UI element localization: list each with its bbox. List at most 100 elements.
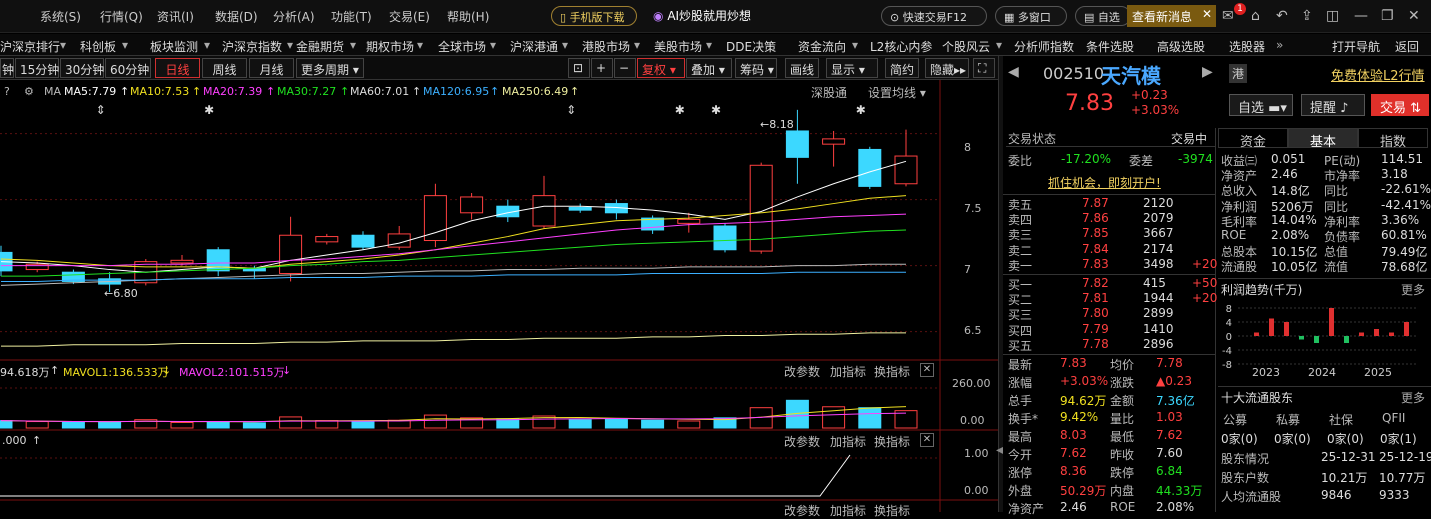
ind2-switch-indicator-button[interactable]: 换指标	[874, 502, 910, 519]
period-weekly[interactable]: 周线	[202, 58, 247, 78]
simple-button[interactable]: 简约	[885, 58, 919, 78]
nav-futures[interactable]: 金融期货	[296, 38, 344, 55]
minimize-icon[interactable]: —	[1354, 8, 1368, 24]
period-1min[interactable]: 钟	[0, 58, 14, 78]
draw-button[interactable]: 画线	[785, 58, 819, 78]
nav-open-guide[interactable]: 打开导航	[1332, 38, 1380, 55]
zoom-out-icon[interactable]: −	[614, 58, 636, 78]
ind-add-indicator-button[interactable]: 加指标	[830, 433, 866, 450]
skin-icon[interactable]: ◫	[1326, 8, 1339, 24]
hide-button[interactable]: 隐藏▸▸	[925, 58, 969, 78]
menu-help[interactable]: 帮助(H)	[447, 8, 489, 25]
profit-bar	[1254, 332, 1259, 336]
close-window-icon[interactable]: ✕	[1408, 8, 1420, 24]
prev-stock-icon[interactable]: ◀	[1008, 64, 1019, 80]
holder-col-label: 公募	[1223, 413, 1248, 427]
nav-condition[interactable]: 条件选股	[1086, 38, 1134, 55]
vol-change-param-button[interactable]: 改参数	[784, 363, 820, 380]
nav-options[interactable]: 期权市场	[366, 38, 414, 55]
nav-back[interactable]: 返回	[1395, 38, 1419, 55]
next-stock-icon[interactable]: ▶	[1202, 64, 1213, 80]
zixuan-button[interactable]: 自选 ▬▾	[1229, 94, 1293, 116]
period-monthly[interactable]: 月线	[249, 58, 294, 78]
close-vol-icon[interactable]: ✕	[920, 363, 934, 377]
ai-button[interactable]: ◉ AI炒股就用炒想	[653, 7, 751, 24]
nav-l2[interactable]: L2核心内参	[870, 38, 932, 55]
stat-label: 换手*	[1008, 412, 1039, 426]
zoom-in-icon[interactable]: +	[591, 58, 613, 78]
home-icon[interactable]: ⌂	[1251, 8, 1260, 24]
mail-icon[interactable]: ✉	[1222, 8, 1234, 24]
overlay-button[interactable]: 叠加 ▾	[686, 58, 732, 78]
tab-fund[interactable]: 资金	[1218, 128, 1288, 150]
nav-index[interactable]: 沪深京指数	[222, 38, 282, 55]
chips-button[interactable]: 筹码 ▾	[735, 58, 777, 78]
nav-hkconnect[interactable]: 沪深港通	[510, 38, 558, 55]
dropdown-icon: ▾	[490, 38, 497, 52]
ind2-add-indicator-button[interactable]: 加指标	[830, 502, 866, 519]
menu-trade[interactable]: 交易(E)	[389, 8, 430, 25]
back-icon[interactable]: ↶	[1276, 8, 1288, 24]
multi-window-button[interactable]: ▦ 多窗口	[995, 6, 1067, 26]
vol-add-indicator-button[interactable]: 加指标	[830, 363, 866, 380]
mobile-download-button[interactable]: ▯ 手机版下载	[551, 6, 637, 26]
nav-kechuang[interactable]: 科创板	[80, 38, 116, 55]
lock-icon[interactable]: ⊡	[568, 58, 590, 78]
more-nav-icon[interactable]: »	[1276, 38, 1283, 52]
nav-stock-wind[interactable]: 个股风云	[942, 38, 990, 55]
kline-chart-area[interactable]: ⇕ ✱ ⇕ ✱ ✱ ✱ 8 7.5 7 6.5 ←8.18 ←6.80 94.618万 ↑…	[0, 80, 1000, 518]
self-select-button[interactable]: ▤ 自选	[1075, 6, 1131, 26]
adjust-button[interactable]: 复权 ▾	[637, 58, 685, 78]
period-daily[interactable]: 日线	[155, 58, 200, 78]
period-30min[interactable]: 30分钟	[60, 58, 104, 78]
hk-tag[interactable]: 港	[1229, 64, 1248, 83]
open-account-link[interactable]: 抓住机会，即刻开户!	[1048, 174, 1161, 191]
menu-analysis[interactable]: 分析(A)	[273, 8, 315, 25]
close-icon[interactable]: ✕	[1202, 7, 1212, 21]
tab-basic[interactable]: 基本	[1288, 128, 1358, 150]
menu-function[interactable]: 功能(T)	[331, 8, 372, 25]
menu-quote[interactable]: 行情(Q)	[100, 8, 143, 25]
nav-global[interactable]: 全球市场	[438, 38, 486, 55]
fullscreen-icon[interactable]: ⛶	[973, 58, 995, 78]
stock-name[interactable]: 天汽模	[1101, 60, 1161, 89]
period-60min[interactable]: 60分钟	[105, 58, 151, 78]
nav-us[interactable]: 美股市场	[654, 38, 702, 55]
volume-bar	[242, 422, 266, 429]
share-icon[interactable]: ⇪	[1301, 8, 1313, 24]
nav-fundflow[interactable]: 资金流向	[798, 38, 846, 55]
nav-advanced[interactable]: 高级选股	[1157, 38, 1205, 55]
nav-rank[interactable]: 沪深京排行	[0, 38, 60, 55]
dropdown-icon: ▾	[996, 38, 1003, 52]
period-more[interactable]: 更多周期 ▾	[296, 58, 364, 78]
ask-price: 7.86	[1082, 211, 1109, 226]
tab-index[interactable]: 指数	[1358, 128, 1428, 150]
nav-hk[interactable]: 港股市场	[582, 38, 630, 55]
stat-label: 净资产	[1008, 502, 1045, 516]
ind-switch-indicator-button[interactable]: 换指标	[874, 433, 910, 450]
ind2-change-param-button[interactable]: 改参数	[784, 502, 820, 519]
period-15min[interactable]: 15分钟	[15, 58, 59, 78]
restore-icon[interactable]: ❐	[1381, 8, 1394, 24]
ind-change-param-button[interactable]: 改参数	[784, 433, 820, 450]
bid-row: 买二 7.81 1944 +20	[1006, 291, 1217, 307]
display-button[interactable]: 显示 ▾	[826, 58, 878, 78]
nav-dde[interactable]: DDE决策	[726, 38, 776, 55]
profit-more-link[interactable]: 更多	[1401, 281, 1425, 298]
holder-col-value: 0家(0)	[1274, 432, 1311, 446]
nav-sector[interactable]: 板块监测	[150, 38, 198, 55]
remind-button[interactable]: 提醒 ♪	[1301, 94, 1365, 116]
nav-selector[interactable]: 选股器	[1229, 38, 1265, 55]
holders-more-link[interactable]: 更多	[1401, 389, 1425, 406]
nav-analyst[interactable]: 分析师指数	[1014, 38, 1074, 55]
trade-button[interactable]: 交易 ⇅	[1371, 94, 1429, 116]
close-indicator-icon[interactable]: ✕	[920, 433, 934, 447]
new-message-banner[interactable]: 查看新消息 ✕	[1127, 5, 1216, 27]
menu-data[interactable]: 数据(D)	[215, 8, 258, 25]
fast-trade-button[interactable]: ⊙ 快速交易F12	[881, 6, 987, 26]
open-account-row[interactable]: 抓住机会，即刻开户!	[1006, 174, 1216, 191]
l2-link[interactable]: 免费体验L2行情	[1331, 65, 1425, 84]
menu-info[interactable]: 资讯(I)	[157, 8, 194, 25]
menu-system[interactable]: 系统(S)	[40, 8, 81, 25]
vol-switch-indicator-button[interactable]: 换指标	[874, 363, 910, 380]
